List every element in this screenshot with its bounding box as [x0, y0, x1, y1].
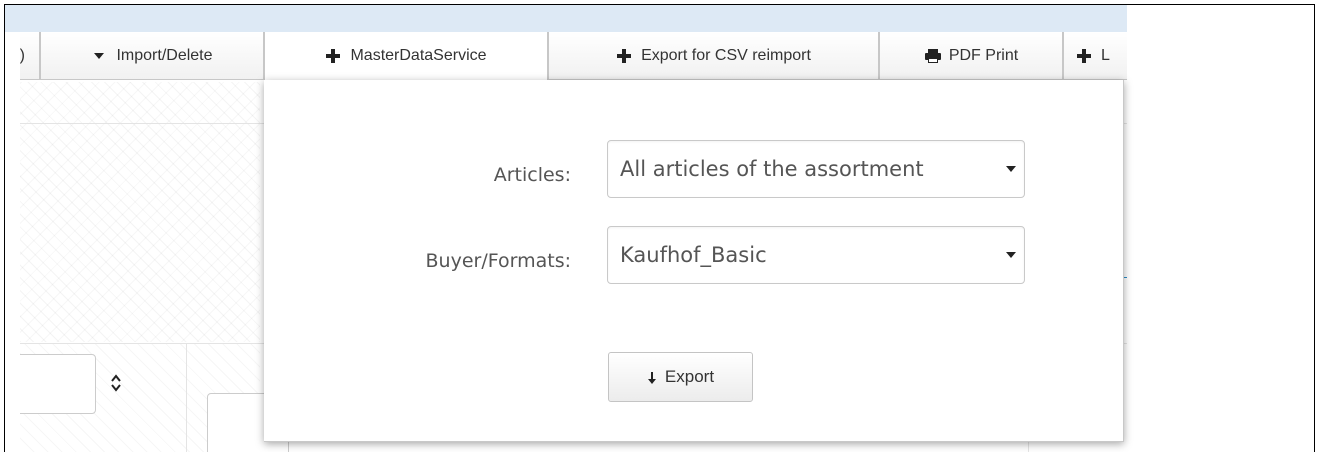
- articles-select[interactable]: All articles of the assortment: [607, 140, 1025, 198]
- plus-icon: [1076, 48, 1092, 64]
- chevron-down-icon: [1006, 166, 1016, 172]
- master-data-service-button[interactable]: MasterDataService: [264, 32, 548, 80]
- toolbar-button-partial[interactable]: ): [20, 32, 40, 80]
- toolbar-label: Export for CSV reimport: [641, 46, 811, 64]
- export-button[interactable]: Export: [608, 352, 753, 402]
- toolbar-label: ): [20, 46, 25, 64]
- articles-label: Articles:: [493, 164, 571, 186]
- export-button-label: Export: [664, 367, 715, 386]
- articles-select-value: All articles of the assortment: [620, 157, 924, 181]
- toolbar-button-partial-right[interactable]: L: [1063, 32, 1127, 80]
- plus-icon: [616, 48, 632, 64]
- plus-icon: [325, 48, 341, 64]
- toolbar: ) Import/Delete MasterDataService Export…: [20, 32, 1127, 82]
- background-texture: [20, 82, 260, 342]
- column-divider: [186, 343, 187, 452]
- import-delete-button[interactable]: Import/Delete: [40, 32, 264, 80]
- toolbar-label: MasterDataService: [350, 47, 487, 64]
- export-popover: Articles: All articles of the assortment…: [264, 80, 1124, 442]
- buyer-formats-label: Buyer/Formats:: [425, 250, 571, 272]
- pdf-print-button[interactable]: PDF Print: [879, 32, 1063, 80]
- download-arrow-icon: [647, 370, 657, 384]
- toolbar-label: PDF Print: [948, 46, 1019, 64]
- export-csv-reimport-button[interactable]: Export for CSV reimport: [548, 32, 879, 80]
- buyer-formats-select[interactable]: Kaufhof_Basic: [607, 226, 1025, 284]
- caret-down-icon: [91, 48, 107, 64]
- screenshot-frame: ) Import/Delete MasterDataService Export…: [4, 4, 1315, 452]
- toolbar-label: Import/Delete: [116, 46, 213, 64]
- buyer-formats-select-value: Kaufhof_Basic: [620, 243, 767, 267]
- chevron-down-icon: [1006, 252, 1016, 258]
- filter-input-partial[interactable]: [20, 354, 96, 414]
- sort-updown-icon[interactable]: [110, 373, 122, 393]
- toolbar-label: L: [1101, 46, 1110, 64]
- printer-icon: [924, 48, 941, 64]
